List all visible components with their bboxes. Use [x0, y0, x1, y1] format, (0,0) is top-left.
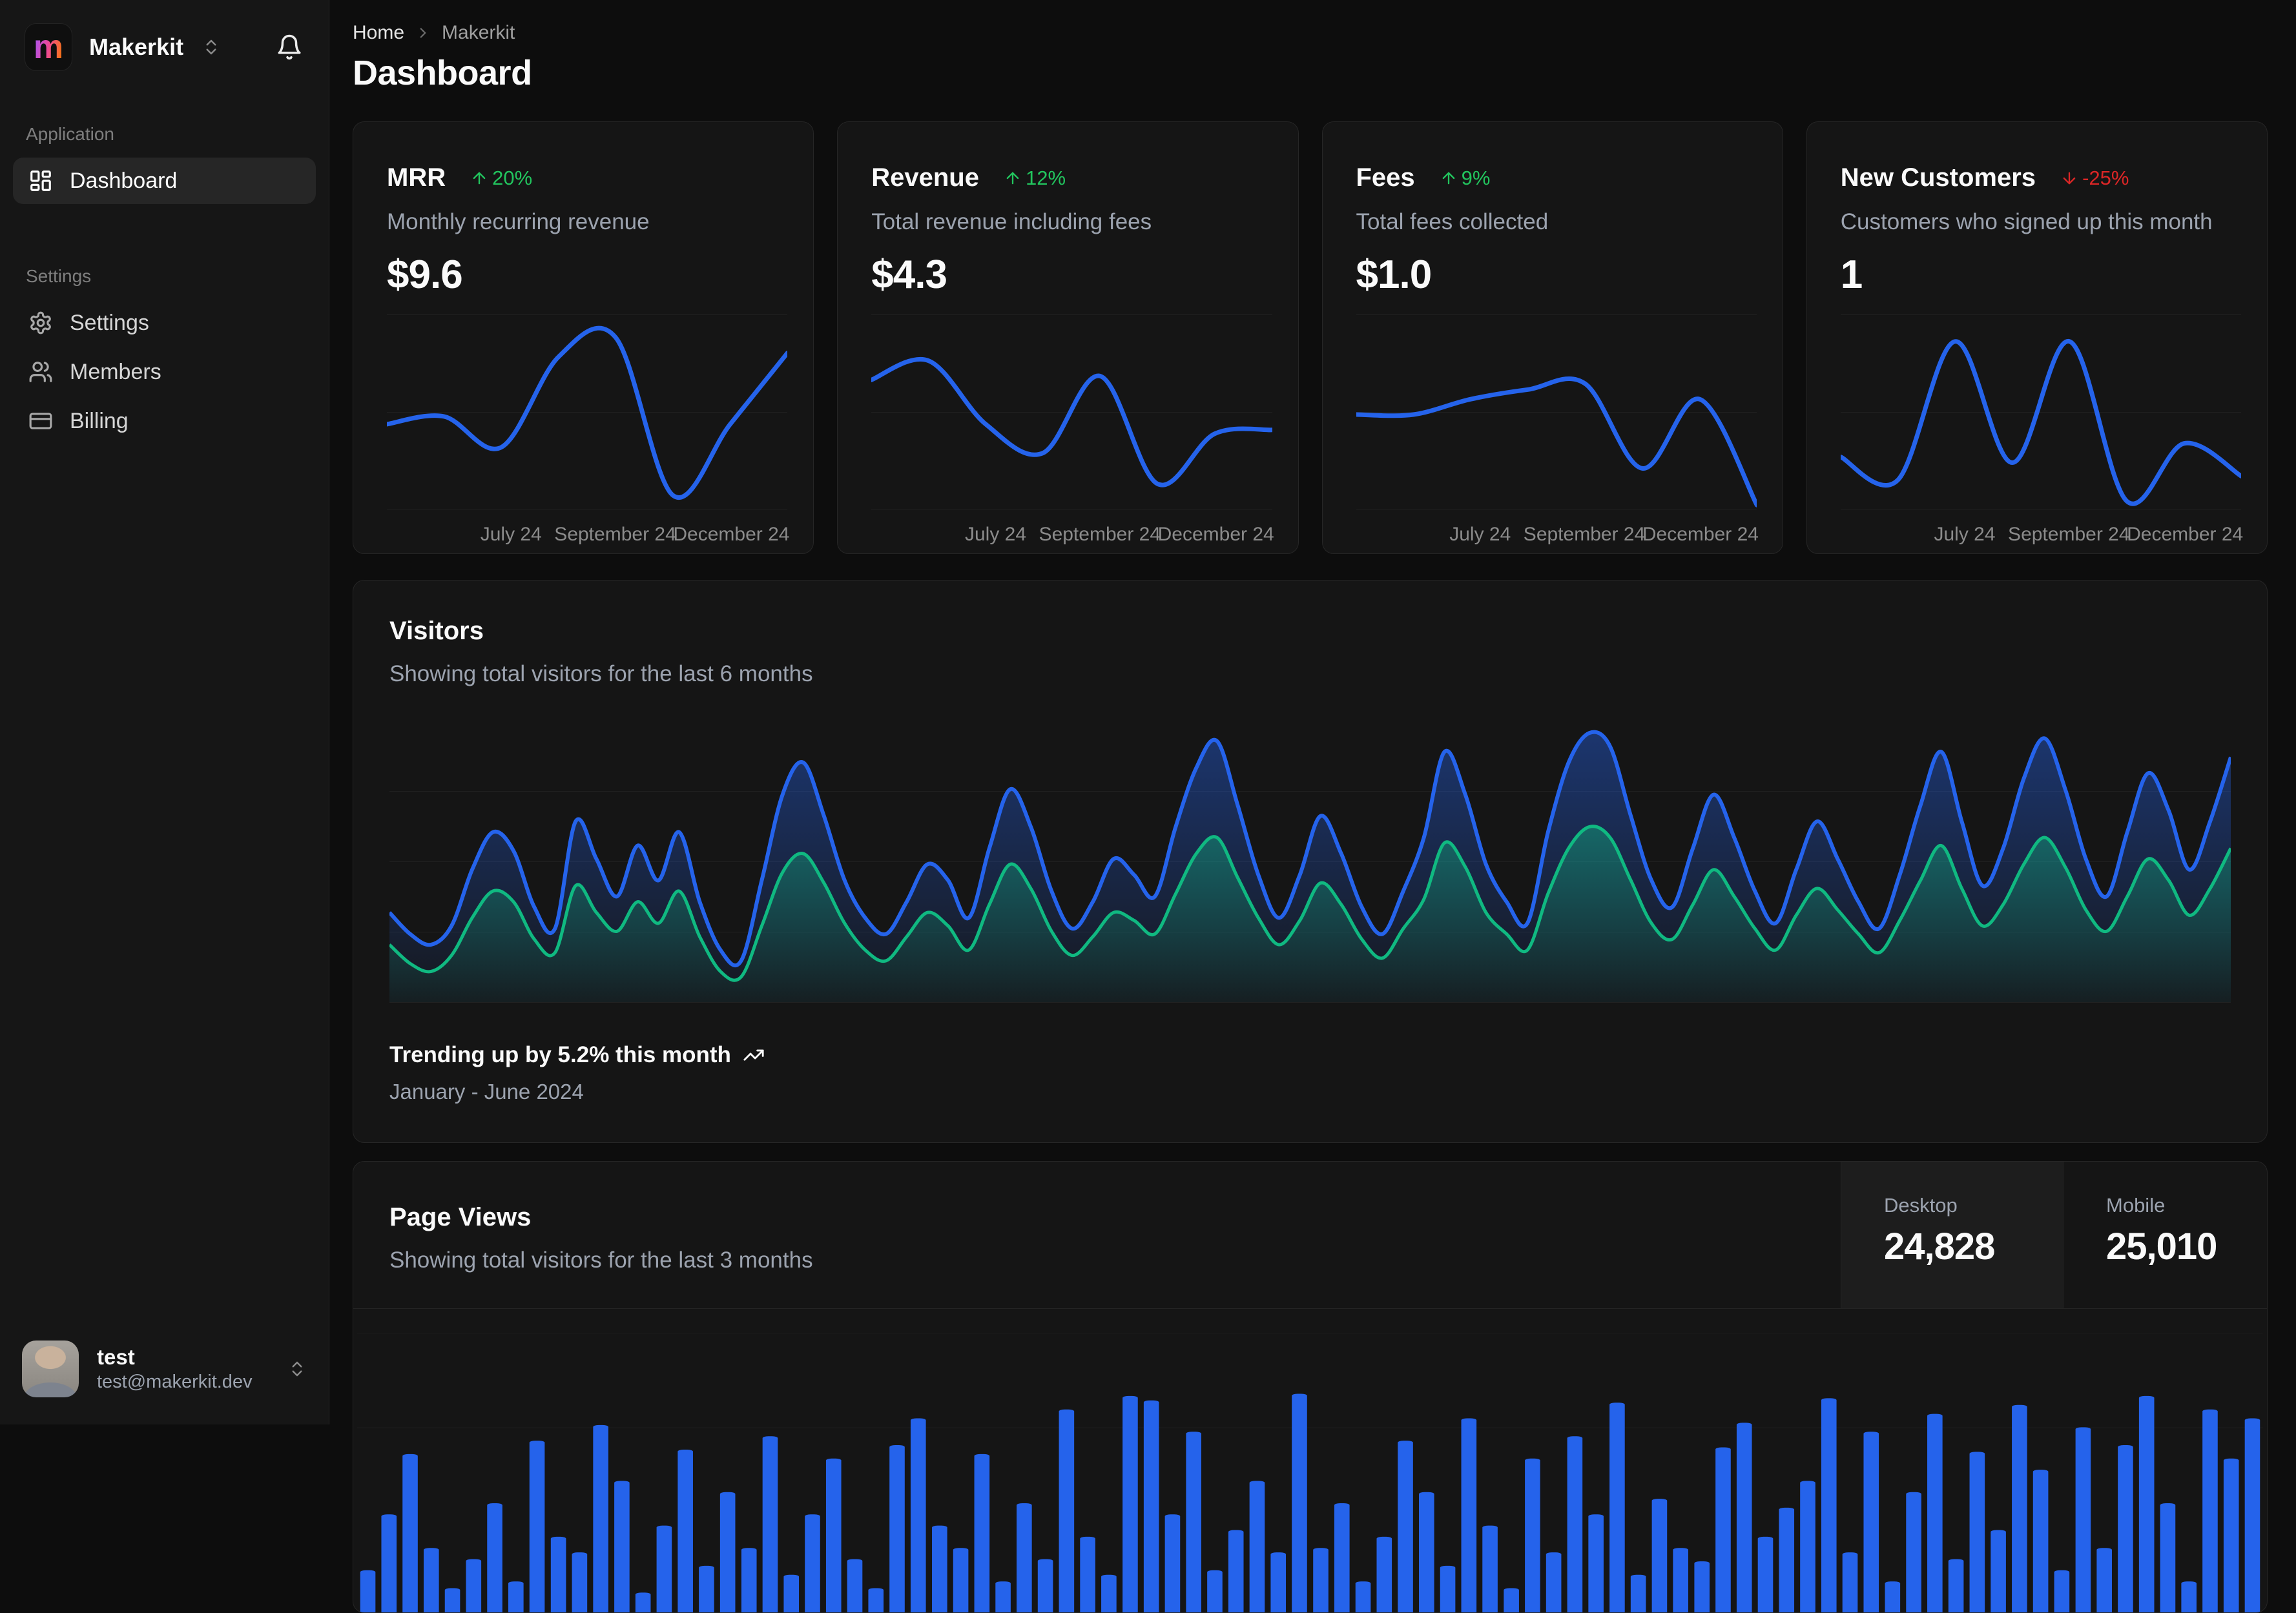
sidebar-item-billing[interactable]: Billing: [13, 398, 316, 444]
arrow-up-icon: [1440, 169, 1458, 187]
sidebar-nav: Application Dashboard Settings Settings …: [0, 87, 329, 447]
logo-letter: m: [34, 30, 63, 64]
arrow-up-icon: [1004, 169, 1022, 187]
new-customers-sparkline-chart: [1841, 311, 2241, 517]
kpi-title: New Customers: [1841, 163, 2036, 192]
mrr-sparkline-chart: [387, 311, 787, 517]
kpi-value: $4.3: [871, 252, 1264, 298]
chevron-right-icon: [415, 25, 431, 41]
arrow-up-icon: [470, 169, 488, 187]
gear-icon: [28, 311, 53, 335]
sidebar-item-label: Dashboard: [70, 169, 177, 194]
fees-sparkline-chart: [1356, 311, 1757, 517]
sidebar-item-settings[interactable]: Settings: [13, 300, 316, 346]
x-axis-ticks: July 24 September 24 December 24: [387, 524, 787, 550]
kpi-value: $1.0: [1356, 252, 1749, 298]
visitors-title: Visitors: [389, 617, 2231, 646]
breadcrumb-home-link[interactable]: Home: [353, 22, 404, 44]
dashboard-icon: [28, 169, 53, 193]
kpi-title: Fees: [1356, 163, 1415, 192]
credit-card-icon: [28, 409, 53, 433]
kpi-grid: MRR 20% Monthly recurring revenue $9.6 J…: [353, 121, 2268, 554]
nav-section-settings: Settings: [26, 266, 303, 287]
kpi-card-revenue: Revenue 12% Total revenue including fees…: [837, 121, 1298, 554]
page-views-toggle: Desktop 24,828 Mobile 25,010: [1841, 1162, 2267, 1308]
kpi-delta-badge: -25%: [2060, 167, 2129, 190]
visitors-trend-note: Trending up by 5.2% this month: [389, 1042, 2231, 1068]
nav-spacer: [13, 207, 316, 266]
stat-value: 25,010: [2106, 1225, 2267, 1268]
workspace-name[interactable]: Makerkit: [89, 34, 183, 61]
sidebar-item-label: Billing: [70, 409, 129, 434]
kpi-subtitle: Customers who signed up this month: [1841, 209, 2233, 235]
visitors-date-range: January - June 2024: [389, 1080, 2231, 1104]
stat-value: 24,828: [1884, 1225, 2063, 1268]
sidebar-item-dashboard[interactable]: Dashboard: [13, 158, 316, 204]
chevrons-up-down-icon[interactable]: [202, 37, 221, 57]
user-email: test@makerkit.dev: [97, 1370, 253, 1395]
visitors-card: Visitors Showing total visitors for the …: [353, 580, 2268, 1143]
sidebar-item-label: Settings: [70, 311, 149, 336]
arrow-down-icon: [2060, 169, 2078, 187]
page-views-bar-chart: [353, 1318, 2267, 1613]
main-content: Home Makerkit Dashboard MRR 20% Monthly …: [329, 0, 2296, 1424]
workspace-header: m Makerkit: [0, 0, 329, 87]
visitors-subtitle: Showing total visitors for the last 6 mo…: [389, 661, 2231, 687]
nav-section-application: Application: [26, 124, 303, 145]
user-avatar: [22, 1341, 79, 1397]
kpi-title: MRR: [387, 163, 446, 192]
dashboard-page: { "colors":{ "accent_blue":"#2563eb","ac…: [0, 0, 2296, 1424]
x-axis-ticks: July 24 September 24 December 24: [1356, 524, 1757, 550]
kpi-subtitle: Total revenue including fees: [871, 209, 1264, 235]
revenue-sparkline-chart: [871, 311, 1272, 517]
page-views-title: Page Views: [389, 1203, 1805, 1232]
kpi-delta-badge: 12%: [1004, 167, 1066, 190]
kpi-title: Revenue: [871, 163, 979, 192]
breadcrumb: Home Makerkit: [353, 22, 2268, 44]
page-views-header: Page Views Showing total visitors for th…: [353, 1162, 2267, 1309]
stat-label: Mobile: [2106, 1194, 2267, 1217]
page-views-subtitle: Showing total visitors for the last 3 mo…: [389, 1248, 1805, 1273]
desktop-stat-tab[interactable]: Desktop 24,828: [1841, 1162, 2063, 1308]
kpi-value: 1: [1841, 252, 2233, 298]
x-axis-ticks: July 24 September 24 December 24: [871, 524, 1272, 550]
stat-label: Desktop: [1884, 1194, 2063, 1217]
kpi-delta-badge: 9%: [1440, 167, 1491, 190]
kpi-delta-badge: 20%: [470, 167, 532, 190]
kpi-card-fees: Fees 9% Total fees collected $1.0 July 2…: [1322, 121, 1783, 554]
sidebar: m Makerkit Application Dashboard Setting…: [0, 0, 329, 1424]
kpi-subtitle: Monthly recurring revenue: [387, 209, 780, 235]
visitors-area-chart: [389, 721, 2231, 1002]
breadcrumb-current: Makerkit: [442, 22, 515, 44]
kpi-card-mrr: MRR 20% Monthly recurring revenue $9.6 J…: [353, 121, 814, 554]
makerkit-logo[interactable]: m: [25, 23, 72, 71]
kpi-subtitle: Total fees collected: [1356, 209, 1749, 235]
user-name: test: [97, 1344, 253, 1370]
mobile-stat-tab[interactable]: Mobile 25,010: [2063, 1162, 2267, 1308]
page-views-card: Page Views Showing total visitors for th…: [353, 1161, 2268, 1613]
bell-icon[interactable]: [276, 34, 303, 61]
user-info: test test@makerkit.dev: [97, 1344, 253, 1395]
users-icon: [28, 360, 53, 384]
kpi-card-new-customers: New Customers -25% Customers who signed …: [1806, 121, 2268, 554]
trending-up-icon: [743, 1044, 765, 1066]
kpi-value: $9.6: [387, 252, 780, 298]
sidebar-item-members[interactable]: Members: [13, 349, 316, 395]
sidebar-item-label: Members: [70, 360, 161, 385]
x-axis-ticks: July 24 September 24 December 24: [1841, 524, 2241, 550]
chevrons-up-down-icon[interactable]: [287, 1359, 307, 1379]
user-menu[interactable]: test test@makerkit.dev: [0, 1322, 329, 1424]
page-title: Dashboard: [353, 53, 2268, 93]
